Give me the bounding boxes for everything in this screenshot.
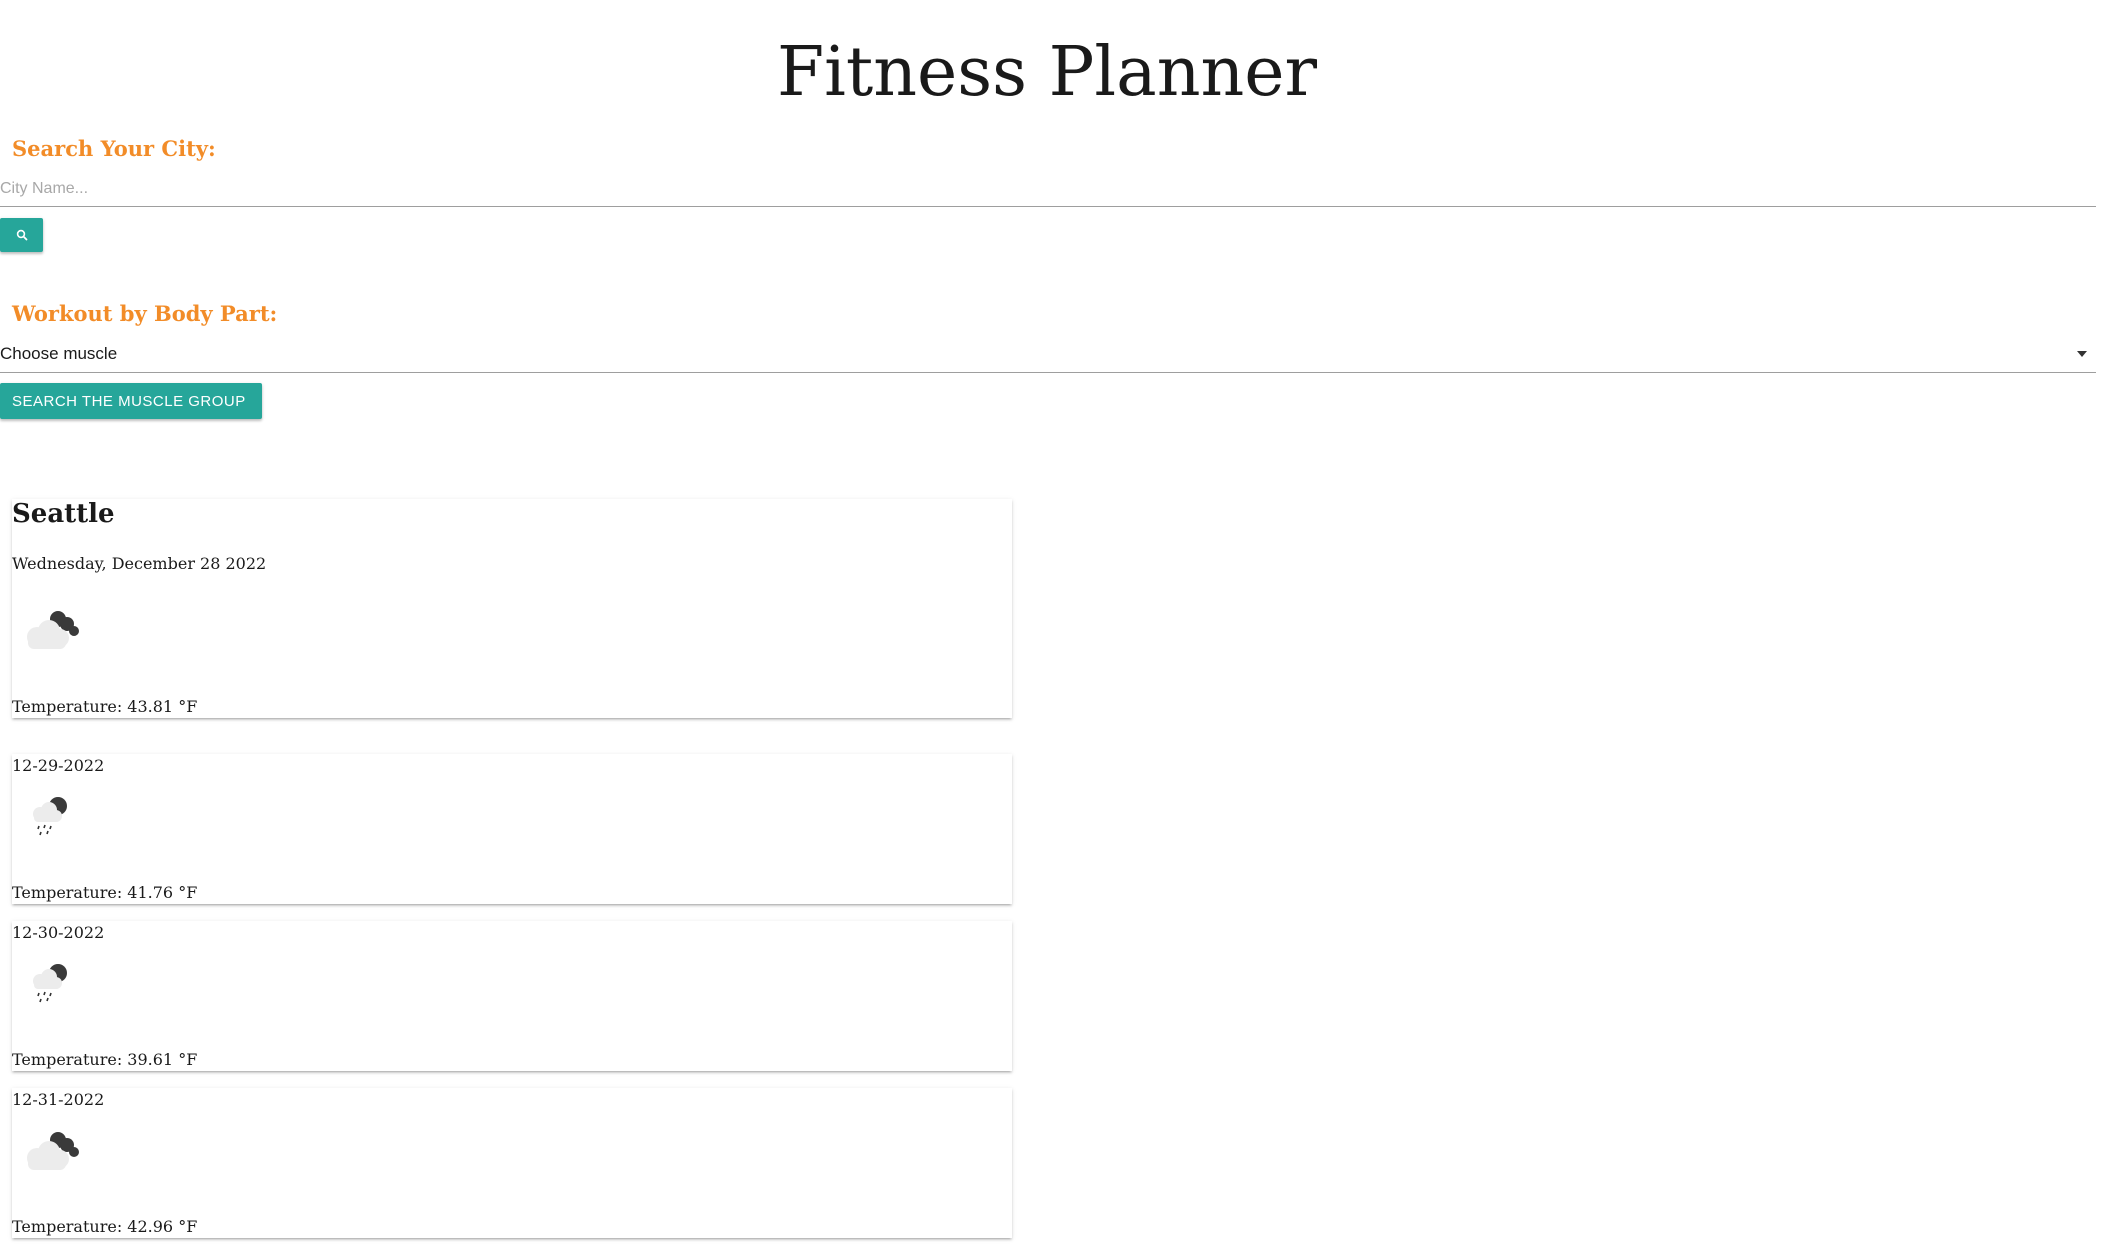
muscle-select[interactable]: Choose muscle xyxy=(0,336,2096,373)
current-date: Wednesday, December 28 2022 xyxy=(12,554,267,573)
forecast-date: 12-31-2022 xyxy=(12,1090,105,1109)
rain-cloud-icon xyxy=(33,964,67,1003)
partly-cloudy-icon xyxy=(27,611,79,649)
forecast-temperature: Temperature: 41.76 °F xyxy=(12,883,198,902)
search-icon xyxy=(16,229,27,241)
forecast-card: 12-30-2022 Temperature: 39.61 °F xyxy=(12,921,1012,1071)
rain-cloud-icon xyxy=(33,797,67,836)
forecast-temperature: Temperature: 39.61 °F xyxy=(12,1050,198,1069)
page-title: Fitness Planner xyxy=(776,33,1318,112)
forecast-date: 12-29-2022 xyxy=(12,756,105,775)
muscle-select-value: Choose muscle xyxy=(0,344,118,363)
forecast-card: 12-31-2022 Temperature: 42.96 °F xyxy=(12,1088,1012,1238)
current-temperature: Temperature: 43.81 °F xyxy=(12,697,198,716)
forecast-date: 12-30-2022 xyxy=(12,923,105,942)
workout-label: Workout by Body Part: xyxy=(12,301,278,326)
city-search-button[interactable] xyxy=(0,218,43,252)
city-search-input[interactable] xyxy=(0,172,2096,207)
city-name: Seattle xyxy=(12,499,115,529)
caret-down-icon xyxy=(2077,351,2087,357)
search-muscle-group-button[interactable]: Search the muscle group xyxy=(0,383,262,419)
forecast-temperature: Temperature: 42.96 °F xyxy=(12,1217,198,1236)
partly-cloudy-icon xyxy=(27,1132,79,1170)
city-search-label: Search Your City: xyxy=(12,136,216,161)
current-weather-card: Seattle Wednesday, December 28 2022 Temp… xyxy=(12,499,1012,718)
forecast-card: 12-29-2022 Temperature: 41.76 °F xyxy=(12,754,1012,904)
